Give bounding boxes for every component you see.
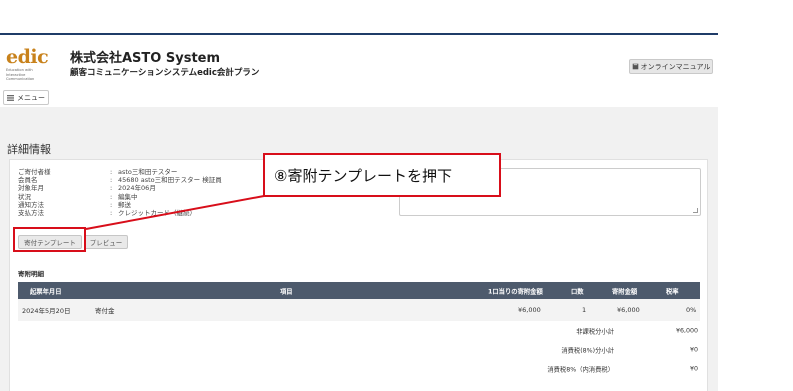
column-header-unit-amount: 1口当りの寄附金額 (488, 288, 543, 295)
resize-handle-icon[interactable] (693, 208, 698, 213)
info-colon: : (110, 176, 113, 185)
cell-unit-amount: ¥6,000 (518, 306, 541, 314)
cell-amount: ¥6,000 (617, 306, 640, 314)
donation-detail-table: 起票年月日 項目 1口当りの寄附金額 口数 寄附金額 税率 2024年5月20日… (18, 282, 700, 378)
menu-button[interactable]: メニュー (3, 90, 49, 105)
logo-tagline: Education with Interactive Communication (6, 68, 58, 82)
annotation-callout: ⑧寄附テンプレートを押下 (263, 153, 501, 197)
logo-word: edic (6, 46, 49, 68)
summary-value: ¥0 (689, 365, 698, 372)
summary-row: 消費税8%（内消費税） ¥0 (18, 359, 700, 378)
info-label: 通知方法 (18, 200, 44, 209)
summary-row: 消費税(8%)分小計 ¥0 (18, 340, 700, 359)
hamburger-icon (7, 94, 14, 101)
table-header: 起票年月日 項目 1口当りの寄附金額 口数 寄附金額 税率 (18, 282, 700, 299)
info-row: 対象年月:2024年06月 (18, 184, 222, 192)
info-value: 編集中 (118, 192, 138, 201)
column-header-tax-rate: 税率 (666, 288, 679, 295)
detail-section-title: 寄附明細 (18, 270, 44, 278)
summary-row: 非課税分小計 ¥6,000 (18, 321, 700, 340)
info-value: クレジットカード（継続） (118, 209, 196, 218)
info-row: 状況: 編集中 (18, 193, 222, 201)
summary-label: 消費税8%（内消費税） (547, 366, 614, 373)
summary-label: 非課税分小計 (576, 328, 614, 335)
info-row: 通知方法: 郵送 (18, 201, 222, 209)
info-colon: : (110, 209, 113, 218)
info-label: 状況 (18, 192, 31, 201)
info-value: 郵送 (118, 200, 131, 209)
online-manual-button[interactable]: オンラインマニュアル (629, 59, 713, 74)
column-header-date: 起票年月日 (30, 288, 62, 295)
page-title: 詳細情報 (7, 143, 51, 156)
book-icon (632, 63, 638, 70)
header: edic Education with Interactive Communic… (0, 35, 718, 107)
logo-tagline-line: Communication (6, 77, 35, 81)
info-colon: : (110, 200, 113, 209)
info-colon: : (110, 184, 113, 193)
info-colon: : (110, 168, 113, 176)
info-row: 支払方法: クレジットカード（継続） (18, 209, 222, 217)
summary-value: ¥6,000 (675, 327, 698, 334)
system-name: 顧客コミュニケーションシステムedic会計プラン (70, 68, 260, 78)
cell-count: 1 (582, 306, 587, 314)
column-header-amount: 寄附金額 (612, 288, 638, 295)
info-label: 対象年月 (18, 184, 44, 193)
info-colon: : (110, 192, 113, 201)
menu-label: メニュー (17, 93, 45, 102)
edic-logo[interactable]: edic Education with Interactive Communic… (6, 48, 58, 82)
info-row: ご寄付者様: asto三和田テスター (18, 168, 222, 176)
app-window: edic Education with Interactive Communic… (0, 33, 718, 391)
summary-value: ¥0 (689, 346, 698, 353)
cell-item: 寄付金 (95, 307, 115, 315)
info-label: ご寄付者様 (18, 168, 51, 176)
table-row: 2024年5月20日 寄付金 ¥6,000 1 ¥6,000 0% (18, 299, 700, 321)
preview-button[interactable]: プレビュー (84, 235, 128, 249)
info-value: 2024年06月 (118, 184, 156, 193)
company-name: 株式会社ASTO System (70, 51, 221, 66)
column-header-item: 項目 (280, 288, 293, 295)
summary-label: 消費税(8%)分小計 (561, 347, 614, 354)
column-header-count: 口数 (571, 288, 584, 295)
cell-tax-rate: 0% (686, 306, 697, 314)
main-content: 詳細情報 ご寄付者様: asto三和田テスター 会員名:45680 asto三和田… (0, 107, 718, 391)
info-label: 支払方法 (18, 209, 44, 218)
donor-info: ご寄付者様: asto三和田テスター 会員名:45680 asto三和田テスター … (18, 168, 222, 217)
info-value: asto三和田テスター (118, 168, 178, 176)
online-manual-label: オンラインマニュアル (640, 62, 711, 71)
cell-date: 2024年5月20日 (22, 307, 71, 315)
annotation-highlight-box (13, 227, 86, 252)
